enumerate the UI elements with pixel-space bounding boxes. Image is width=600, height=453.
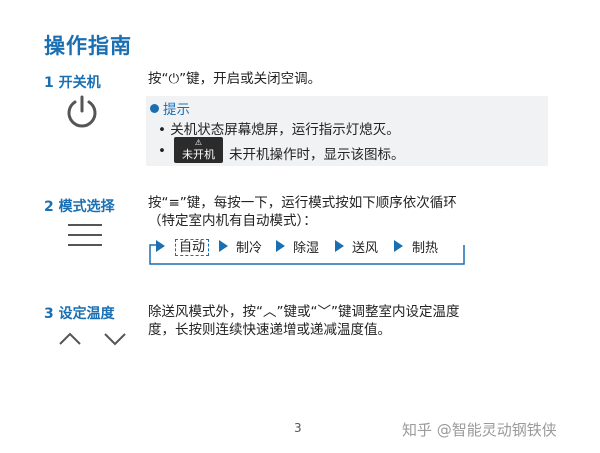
menu-icon <box>68 224 102 246</box>
mode-item-fan: 送风 <box>352 241 379 256</box>
power-instruction: 按“⏻”键，开启或关闭空调。 <box>148 71 322 87</box>
tip-bullet-2: 未开机操作时，显示该图标。 <box>229 147 405 163</box>
up-down-chevron-icon <box>59 332 126 346</box>
flow-arrow-3 <box>335 240 344 252</box>
mode-item-dry: 除湿 <box>293 241 320 256</box>
section-label-mode: 2 模式选择 <box>44 199 115 215</box>
flow-arrow-2 <box>276 240 285 252</box>
temperature-instruction-line2: 度，长按则连续快速递增或递减温度值。 <box>148 322 391 338</box>
power-icon <box>67 95 97 128</box>
temperature-instruction-line1: 除送风模式外，按“︿”键或“﹀”键调整室内设定温度 <box>148 304 460 320</box>
mode-instruction-line1: 按“≡”键，每按一下，运行模式按如下顺序依次循环 <box>148 195 457 211</box>
watermark: 知乎 @智能灵动钢铁侠 <box>402 421 557 439</box>
flow-arrow-1 <box>219 240 228 252</box>
mode-instruction-line2: （特定室内机有自动模式）： <box>148 213 317 229</box>
warning-icon: ⚠ <box>194 138 203 147</box>
not-powered-badge: ⚠ 未开机 <box>174 137 223 163</box>
flow-arrow-4 <box>394 240 403 252</box>
page-number: 3 <box>294 421 302 435</box>
mode-item-auto: 自动 <box>175 236 210 256</box>
tip-bullet-1: • 关机状态屏幕熄屏，运行指示灯熄灭。 <box>158 122 400 138</box>
bulb-icon <box>150 104 159 113</box>
mode-item-cool: 制冷 <box>236 241 263 256</box>
flow-arrow-0 <box>156 240 165 252</box>
tip-heading: 提示 <box>150 98 190 118</box>
section-label-temperature: 3 设定温度 <box>44 306 115 322</box>
mode-item-heat: 制热 <box>412 241 439 256</box>
tip-bullet-dot-2: • <box>158 143 166 159</box>
section-label-power: 1 开关机 <box>44 75 101 91</box>
page-title: 操作指南 <box>44 34 132 58</box>
